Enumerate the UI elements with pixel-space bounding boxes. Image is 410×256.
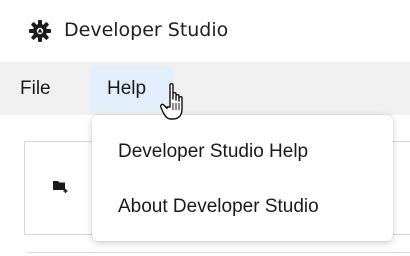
menu-help[interactable]: Help — [90, 66, 173, 111]
new-folder-icon[interactable] — [52, 177, 70, 195]
menu-bar: File Help — [0, 62, 410, 115]
app-window: Developer Studio File Help Developer Stu… — [0, 0, 410, 256]
title-bar: Developer Studio — [0, 0, 410, 62]
divider — [28, 252, 410, 253]
menu-item-about-developer-studio[interactable]: About Developer Studio — [118, 187, 319, 227]
menu-item-developer-studio-help[interactable]: Developer Studio Help — [118, 132, 308, 172]
menu-file[interactable]: File — [20, 62, 51, 115]
gear-app-icon — [29, 20, 51, 42]
help-dropdown-menu: Developer Studio Help About Developer St… — [92, 115, 393, 241]
window-title: Developer Studio — [64, 19, 229, 41]
